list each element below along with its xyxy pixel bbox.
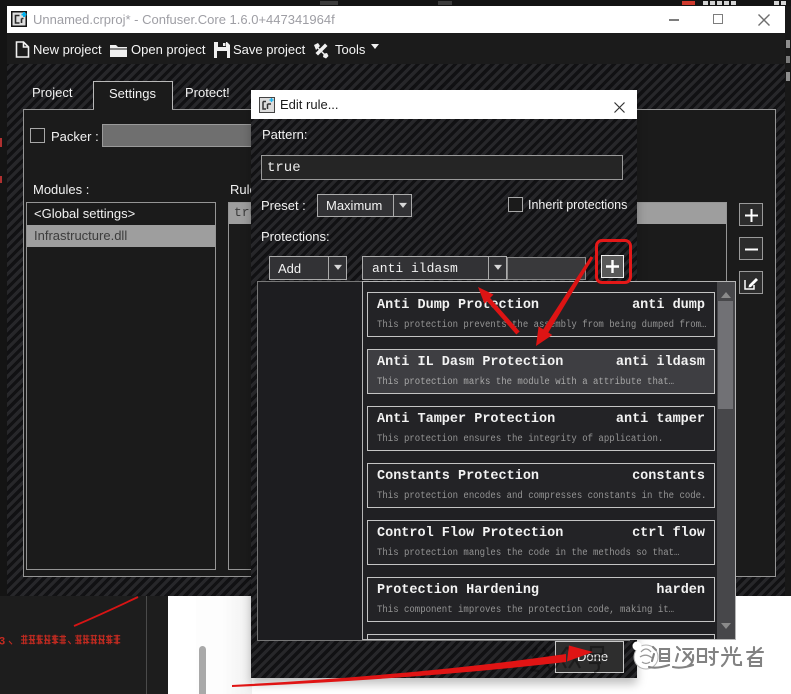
svg-text:3: 3 <box>0 636 5 648</box>
